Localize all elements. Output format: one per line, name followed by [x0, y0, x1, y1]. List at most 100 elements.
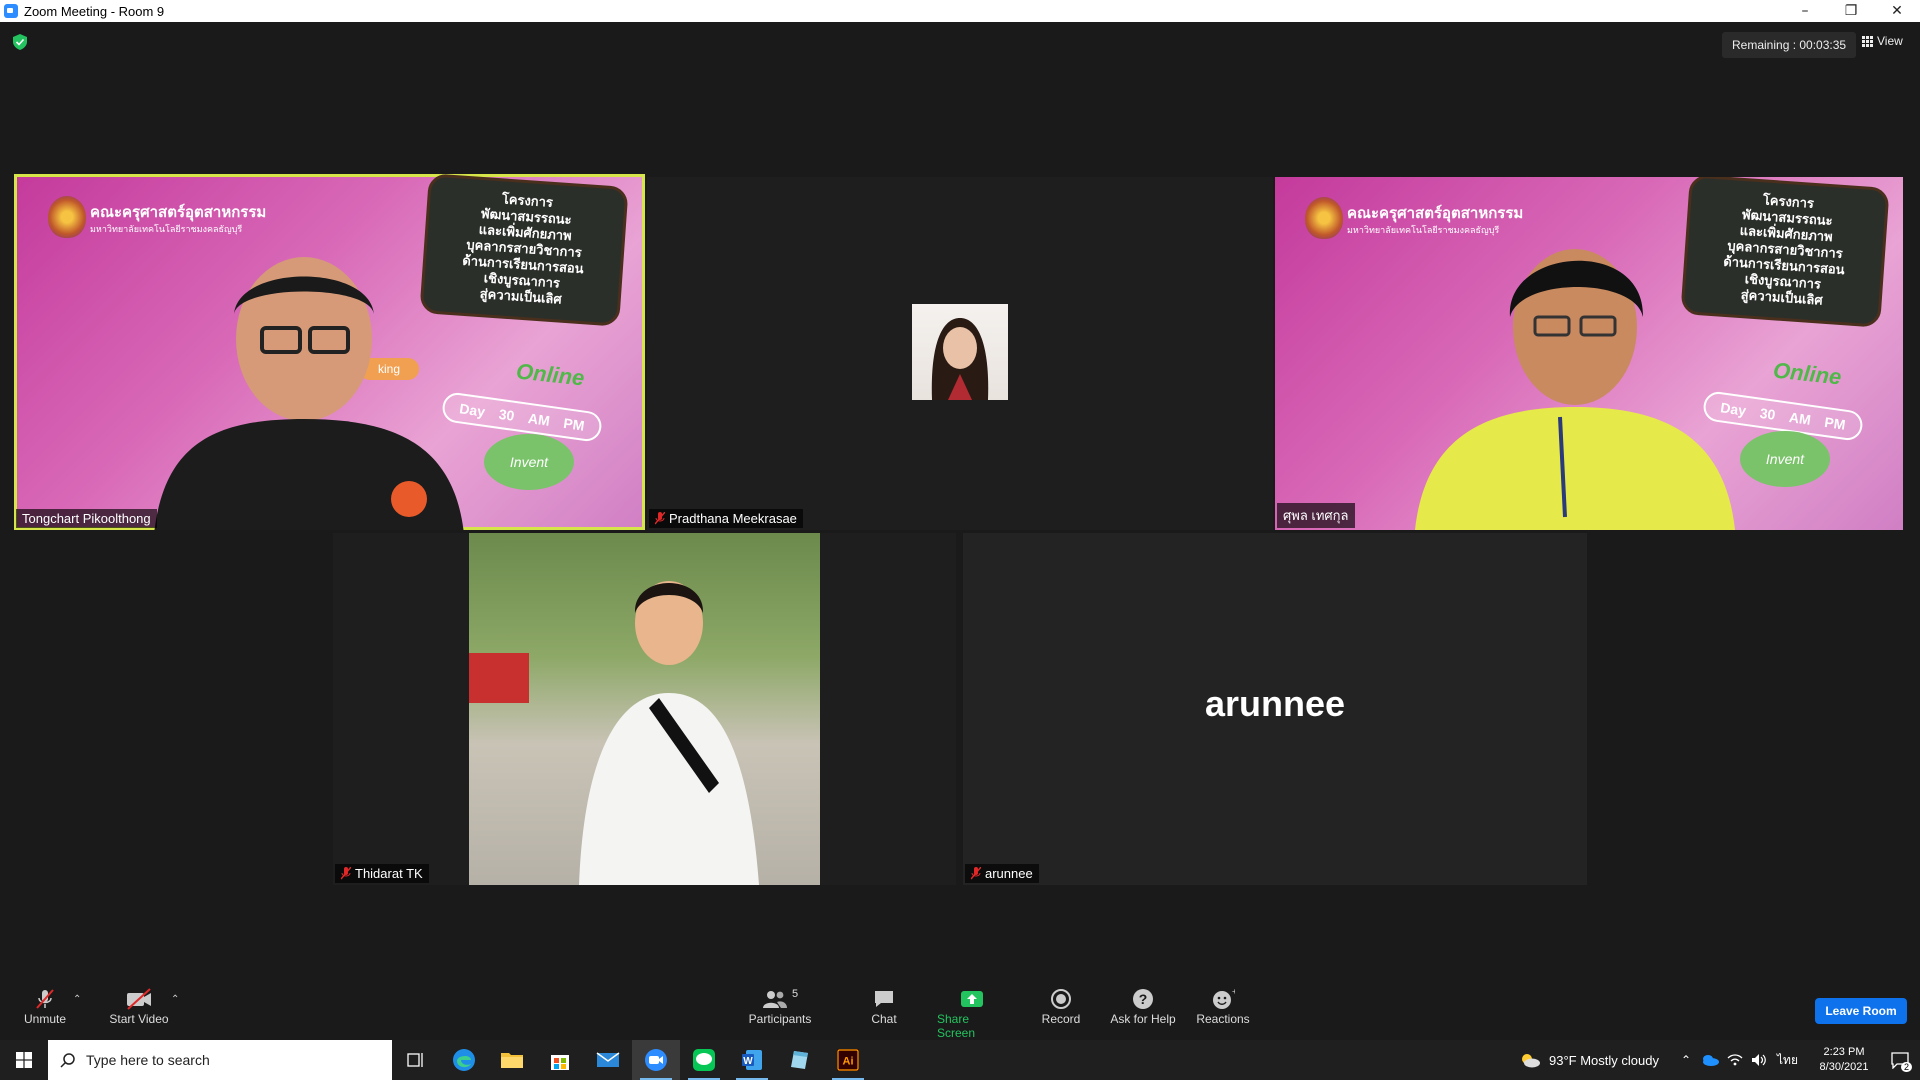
task-view-icon — [407, 1053, 423, 1067]
photo-content — [469, 581, 759, 885]
record-icon — [1051, 989, 1071, 1009]
zoom-icon — [645, 1049, 667, 1071]
encryption-shield-icon[interactable] — [13, 34, 27, 50]
banner-online: Online — [1771, 357, 1843, 390]
grid-view-icon — [1862, 35, 1873, 47]
participant-name: arunnee — [985, 866, 1033, 881]
cloudy-weather-icon[interactable] — [1519, 1052, 1541, 1068]
record-button[interactable]: Record — [1041, 986, 1081, 1026]
wifi-icon[interactable] — [1727, 1053, 1743, 1067]
meeting-toolbar: Unmute ⌃ Start Video ⌃ 5 Participants Ch… — [0, 984, 1920, 1040]
participant-video-feed — [1415, 249, 1735, 530]
video-options-chevron-icon[interactable]: ⌃ — [171, 994, 179, 1005]
video-tile-arunnee[interactable]: arunnee arunnee — [963, 533, 1587, 885]
windows-logo-icon — [16, 1052, 32, 1068]
view-button[interactable]: View — [1862, 34, 1903, 48]
audio-options-chevron-icon[interactable]: ⌃ — [73, 994, 81, 1005]
taskbar-word[interactable]: W — [728, 1040, 776, 1080]
taskbar-zoom[interactable] — [632, 1040, 680, 1080]
taskbar-search-box[interactable]: Type here to search — [48, 1040, 392, 1080]
reactions-button[interactable]: + Reactions — [1196, 986, 1250, 1026]
taskbar-illustrator[interactable]: Ai — [824, 1040, 872, 1080]
search-placeholder: Type here to search — [86, 1052, 210, 1068]
windows-start-button[interactable] — [0, 1040, 48, 1080]
video-tile-thidarat[interactable]: Thidarat TK — [333, 533, 956, 885]
weather-text[interactable]: 93°F Mostly cloudy — [1549, 1053, 1659, 1068]
svg-text:?: ? — [1139, 991, 1148, 1007]
svg-text:+: + — [1232, 988, 1235, 996]
taskbar-file-explorer[interactable] — [488, 1040, 536, 1080]
minimize-icon[interactable]: – — [1782, 0, 1828, 22]
restore-icon[interactable]: ❐ — [1828, 0, 1874, 22]
video-off-icon — [127, 988, 151, 1010]
participant-display-name: arunnee — [1204, 683, 1346, 724]
clock-date: 8/30/2021 — [1819, 1061, 1869, 1073]
participant-video-feed — [154, 257, 464, 530]
unmute-button[interactable]: Unmute — [22, 986, 68, 1026]
muted-mic-icon — [655, 512, 665, 525]
folder-icon — [501, 1053, 523, 1068]
participant-name: Pradthana Meekrasae — [669, 511, 797, 526]
taskbar-mail[interactable] — [584, 1040, 632, 1080]
taskbar-clock[interactable]: 2:23 PM 8/30/2021 — [1808, 1045, 1880, 1075]
view-label: View — [1877, 34, 1903, 48]
window-titlebar: Zoom Meeting - Room 9 – ❐ ✕ — [0, 0, 1920, 22]
am-label: AM — [527, 409, 551, 429]
chat-button[interactable]: Chat — [868, 986, 900, 1026]
muted-mic-icon — [341, 867, 351, 880]
chat-label: Chat — [871, 1012, 897, 1026]
participants-label: Participants — [748, 1012, 812, 1026]
taskbar-notepad-app[interactable] — [776, 1040, 824, 1080]
pm-label: PM — [1823, 413, 1847, 433]
remaining-time-badge: Remaining : 00:03:35 — [1722, 32, 1857, 58]
taskbar-edge[interactable] — [440, 1040, 488, 1080]
share-screen-button[interactable]: Share Screen — [937, 986, 1007, 1040]
record-label: Record — [1041, 1012, 1081, 1026]
line-app-icon — [693, 1049, 715, 1071]
participant-name: Thidarat TK — [355, 866, 423, 881]
start-video-button[interactable]: Start Video — [106, 986, 172, 1026]
zoom-app-icon — [4, 4, 18, 18]
muted-mic-icon — [36, 989, 54, 1009]
participants-icon — [762, 991, 787, 1008]
banner-org-title: คณะครุศาสตร์อุตสาหกรรม — [90, 204, 267, 221]
participants-button[interactable]: 5 Participants — [747, 986, 813, 1026]
window-title: Zoom Meeting - Room 9 — [24, 3, 165, 19]
ask-for-help-button[interactable]: ? Ask for Help — [1108, 986, 1178, 1026]
date-num: 30 — [1758, 404, 1777, 423]
onedrive-cloud-icon[interactable] — [1701, 1054, 1720, 1066]
pm-label: PM — [562, 414, 586, 434]
date-num: 30 — [497, 405, 516, 424]
edge-icon — [453, 1049, 475, 1071]
video-tile-pradthana[interactable]: Pradthana Meekrasae — [647, 177, 1273, 530]
banner-online: Online — [514, 358, 586, 391]
invent-bubble: Invent — [484, 434, 574, 490]
taskbar-store[interactable] — [536, 1040, 584, 1080]
participant-name: Tongchart Pikoolthong — [22, 511, 151, 526]
faculty-logo — [48, 196, 86, 238]
notes-app-icon — [791, 1051, 808, 1069]
taskbar-line[interactable] — [680, 1040, 728, 1080]
show-hidden-icons-chevron-icon[interactable]: ⌃ — [1681, 1053, 1691, 1067]
word-icon: W — [742, 1050, 762, 1070]
notification-center-button[interactable]: 2 — [1880, 1040, 1920, 1080]
volume-icon[interactable] — [1751, 1053, 1767, 1067]
mail-icon — [596, 1052, 620, 1067]
svg-text:W: W — [743, 1056, 753, 1067]
participant-name: ศุพล เทศกุล — [1283, 508, 1349, 523]
chat-icon — [875, 991, 893, 1007]
participant-name-label: Thidarat TK — [335, 864, 429, 883]
video-tile-supon[interactable]: คณะครุศาสตร์อุตสาหกรรม มหาวิทยาลัยเทคโนโ… — [1275, 177, 1903, 530]
close-icon[interactable]: ✕ — [1874, 0, 1920, 22]
system-tray: 93°F Mostly cloudy ⌃ ไทย 2:23 PM 8/30/20… — [1519, 1040, 1920, 1080]
reactions-label: Reactions — [1196, 1012, 1250, 1026]
notification-count-badge: 2 — [1900, 1062, 1912, 1072]
video-tile-tongchart[interactable]: คณะครุศาสตร์อุตสาหกรรม มหาวิทยาลัยเทคโนโ… — [14, 174, 645, 530]
avatar-photo — [931, 318, 989, 400]
participant-photo — [469, 533, 820, 885]
reactions-smiley-icon: + — [1213, 988, 1235, 1009]
ask-help-label: Ask for Help — [1110, 1012, 1176, 1026]
task-view-button[interactable] — [392, 1040, 440, 1080]
leave-room-button[interactable]: Leave Room — [1815, 998, 1907, 1024]
input-language-indicator[interactable]: ไทย — [1777, 1051, 1798, 1070]
